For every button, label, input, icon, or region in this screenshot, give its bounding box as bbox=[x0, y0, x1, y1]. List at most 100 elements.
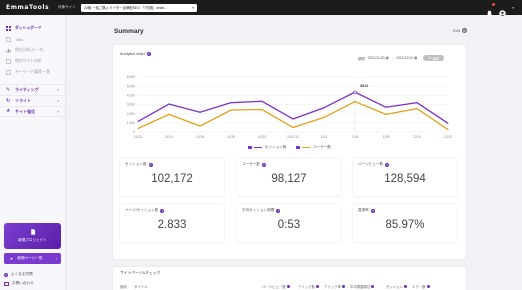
data-point[interactable] bbox=[292, 127, 294, 129]
y-tick-label: 3,000 bbox=[127, 103, 135, 107]
top-bar: EmmaTools 対象サイト 22個 一括ご購入ライター自律型SEO 「7日間… bbox=[0, 0, 522, 17]
help-icon[interactable] bbox=[370, 208, 375, 213]
legend-item-sessions[interactable]: セッション数 bbox=[248, 145, 286, 150]
x-tick-label: 2021/12 bbox=[287, 135, 299, 139]
data-point[interactable] bbox=[168, 113, 170, 115]
notification-bell-icon[interactable] bbox=[486, 3, 496, 17]
help-icon[interactable] bbox=[426, 285, 430, 288]
data-point[interactable] bbox=[385, 106, 387, 108]
data-point[interactable] bbox=[137, 128, 139, 130]
metric-label: セッション数 bbox=[125, 162, 147, 166]
sidebar-item-label: 他社分析(データ) bbox=[15, 48, 45, 52]
add-page-label: 新規ページ一覧 bbox=[17, 256, 43, 260]
header-label: タイトル bbox=[134, 285, 148, 289]
data-point[interactable] bbox=[385, 113, 387, 115]
table-header-cell[interactable]: 使用 bbox=[120, 284, 134, 289]
table-header-cell[interactable]: ページビュー数 bbox=[262, 284, 298, 289]
data-point[interactable] bbox=[168, 103, 170, 105]
target-site-select[interactable]: 22個 一括ご購入ライター自律型SEO 「7日間」news... ▾ bbox=[80, 3, 197, 12]
x-tick-label: 11/22 bbox=[134, 135, 142, 139]
legend-item-users[interactable]: ユーザー数 bbox=[296, 145, 331, 150]
app-logo[interactable]: EmmaTools bbox=[6, 4, 54, 11]
data-point[interactable] bbox=[261, 100, 263, 102]
site-pages-card: サイトページ&チェック 使用 タイトル ページビュー数 クリック数 クリック率 … bbox=[113, 267, 466, 290]
table-header-cell[interactable]: セッション bbox=[386, 284, 412, 289]
header-label: 平均掲載順位 bbox=[350, 285, 371, 289]
data-point[interactable] bbox=[416, 102, 418, 104]
legend-checkbox[interactable] bbox=[248, 145, 252, 150]
notification-badge bbox=[492, 3, 496, 6]
data-point[interactable] bbox=[230, 102, 232, 104]
x-tick-label: 12/6 bbox=[352, 135, 359, 139]
table-header-cell[interactable]: クリック数 bbox=[298, 284, 324, 289]
sidebar-item-tobu[interactable]: Tobu bbox=[0, 34, 65, 45]
data-point[interactable] bbox=[447, 122, 449, 124]
data-point[interactable] bbox=[199, 125, 201, 127]
document-icon bbox=[6, 70, 11, 75]
data-point[interactable] bbox=[199, 111, 201, 113]
data-point[interactable] bbox=[230, 109, 232, 111]
sidebar-group-site-boost[interactable]: ★ サイト強化 ▾ bbox=[0, 106, 65, 117]
metric-label: ページ/セッション数 bbox=[125, 208, 159, 212]
user-avatar-icon[interactable] bbox=[499, 4, 506, 17]
hover-point[interactable] bbox=[353, 90, 357, 94]
target-site-label: 対象サイト bbox=[58, 5, 76, 9]
add-page-button[interactable]: ➤ 新規ページ一覧 › bbox=[4, 253, 61, 264]
x-tick-label: 11/30 bbox=[258, 135, 266, 139]
metric-value: 2.833 bbox=[157, 219, 187, 231]
document-icon bbox=[6, 37, 11, 42]
table-header: 使用 タイトル ページビュー数 クリック数 クリック率 平均掲載順位 セッション… bbox=[120, 284, 460, 289]
edit-button[interactable]: Edit ⚙ bbox=[453, 28, 467, 33]
new-project-button[interactable]: 新規プロジェクト bbox=[4, 223, 61, 249]
metric-label: 平均セッション時間 bbox=[242, 208, 275, 212]
help-icon[interactable] bbox=[341, 285, 345, 288]
sidebar-item-dashboard[interactable]: ダッシュボード bbox=[0, 23, 65, 34]
sidebar-item-competitor-sites[interactable]: 他社サイト分析 bbox=[0, 56, 65, 67]
pencil-icon: ✎ bbox=[6, 86, 11, 93]
data-point[interactable] bbox=[137, 120, 139, 122]
refresh-icon: ↻ bbox=[6, 97, 11, 104]
header-label: 使用 bbox=[120, 285, 127, 289]
table-header-cell[interactable]: 平均掲載順位 bbox=[350, 284, 386, 289]
help-icon[interactable] bbox=[371, 285, 375, 288]
sidebar-item-keywords[interactable]: キーワード管理 一覧 bbox=[0, 67, 65, 78]
help-icon[interactable] bbox=[148, 162, 153, 167]
help-icon[interactable] bbox=[286, 285, 290, 288]
file-icon bbox=[30, 229, 35, 235]
metric-card-pages-per-session: ページ/セッション数 2.833 bbox=[120, 204, 224, 242]
metric-value: 0:53 bbox=[277, 219, 301, 231]
sidebar-group-rewrite[interactable]: ↻ リライト ▾ bbox=[0, 95, 65, 106]
help-icon[interactable] bbox=[261, 162, 266, 167]
sidebar-item-label: キーワード管理 一覧 bbox=[15, 70, 51, 74]
data-point[interactable] bbox=[323, 116, 325, 118]
help-icon[interactable] bbox=[385, 162, 390, 167]
legend-line bbox=[301, 146, 310, 149]
page-title: Summary bbox=[114, 28, 144, 35]
sidebar-item-competitor-data[interactable]: 他社分析(データ) bbox=[0, 45, 65, 56]
table-header-cell[interactable]: クリック率 bbox=[324, 284, 350, 289]
help-icon[interactable] bbox=[160, 208, 165, 213]
data-point[interactable] bbox=[416, 108, 418, 110]
support-link[interactable]: お問い合わせ bbox=[4, 281, 34, 286]
y-tick-label: 4,000 bbox=[127, 94, 135, 98]
header-label: クリック率 bbox=[324, 285, 341, 289]
data-point[interactable] bbox=[447, 129, 449, 131]
data-point[interactable] bbox=[261, 109, 263, 111]
data-point[interactable] bbox=[354, 101, 356, 103]
metric-card-sessions: セッション数 102,172 bbox=[120, 158, 224, 196]
sidebar-group-writing[interactable]: ✎ ライティング ▾ bbox=[0, 84, 65, 95]
help-icon[interactable] bbox=[315, 285, 319, 288]
faq-link[interactable]: ? よくある質問 bbox=[4, 272, 33, 277]
data-point[interactable] bbox=[292, 118, 294, 120]
chevron-right-icon: › bbox=[55, 256, 57, 261]
metric-value: 85.97% bbox=[385, 219, 425, 231]
table-header-cell[interactable]: エラー数 bbox=[412, 284, 436, 289]
user-menu-chevron-icon[interactable]: ▾ bbox=[512, 6, 514, 10]
y-tick-label: 5,000 bbox=[127, 84, 135, 88]
help-icon[interactable] bbox=[276, 208, 281, 213]
send-icon: ➤ bbox=[10, 256, 14, 261]
help-icon[interactable] bbox=[403, 285, 407, 288]
table-header-cell[interactable]: タイトル bbox=[134, 284, 262, 289]
legend-checkbox[interactable] bbox=[296, 145, 300, 150]
data-point[interactable] bbox=[323, 107, 325, 109]
